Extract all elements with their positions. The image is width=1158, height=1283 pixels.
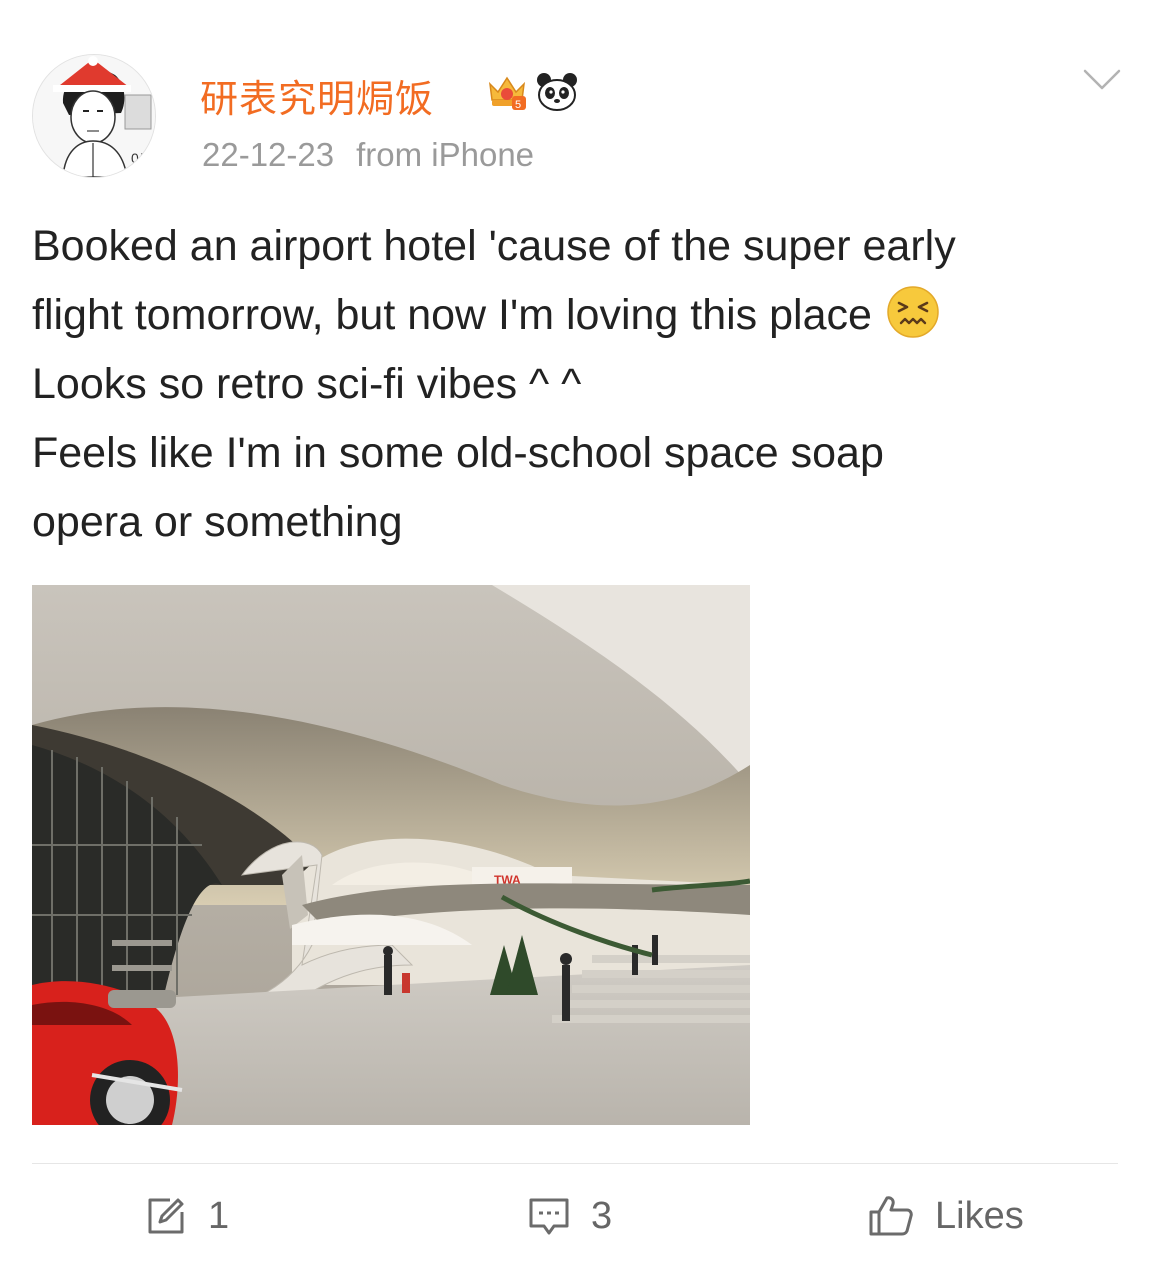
post-text: Booked an airport hotel 'cause of the su… bbox=[32, 212, 1122, 557]
avatar[interactable]: 0/ bbox=[32, 54, 156, 178]
repost-button[interactable]: 1 bbox=[144, 1192, 229, 1240]
avatar-icon: 0/ bbox=[33, 55, 155, 177]
post-text-line: Feels like I'm in some old-school space … bbox=[32, 429, 884, 477]
crown-badge-icon[interactable]: 5 bbox=[484, 70, 530, 114]
post-text-line: opera or something bbox=[32, 498, 403, 546]
post-meta: 22-12-23 from iPhone bbox=[202, 136, 534, 174]
post-text-line: Looks so retro sci-fi vibes ^ ^ bbox=[32, 360, 582, 408]
actions-divider bbox=[32, 1163, 1118, 1164]
repost-icon bbox=[148, 1198, 184, 1234]
comment-icon bbox=[529, 1198, 569, 1235]
repost-count: 1 bbox=[208, 1194, 230, 1237]
post-source: from iPhone bbox=[356, 136, 535, 173]
post-date: 22-12-23 bbox=[202, 136, 335, 173]
confounded-face-icon bbox=[887, 286, 939, 338]
like-button[interactable]: Likes bbox=[867, 1192, 1024, 1240]
like-label: Likes bbox=[935, 1194, 1024, 1237]
thumbs-up-icon bbox=[869, 1196, 913, 1236]
author-name[interactable]: 研表究明焗饭 bbox=[200, 68, 434, 123]
terminal-lobby-image: TWA bbox=[32, 585, 750, 1125]
comment-count: 3 bbox=[591, 1194, 613, 1237]
comment-button[interactable]: 3 bbox=[527, 1192, 612, 1240]
post-text-line-with-emoji: flight tomorrow, but now I'm loving this… bbox=[32, 281, 1122, 350]
post-text-line: Booked an airport hotel 'cause of the su… bbox=[32, 222, 956, 270]
post-photo[interactable]: TWA bbox=[32, 585, 750, 1125]
post-text-line: flight tomorrow, but now I'm loving this… bbox=[32, 291, 872, 339]
weibo-post: 0/ 研表究明焗饭 5 22-12-23 from iPhone Booked a… bbox=[0, 0, 1158, 1283]
panda-badge-icon[interactable] bbox=[534, 70, 580, 114]
svg-text:0/: 0/ bbox=[131, 150, 143, 166]
author-badges: 5 bbox=[484, 70, 580, 114]
chevron-down-icon[interactable] bbox=[1082, 66, 1122, 94]
svg-text:5: 5 bbox=[515, 99, 521, 111]
